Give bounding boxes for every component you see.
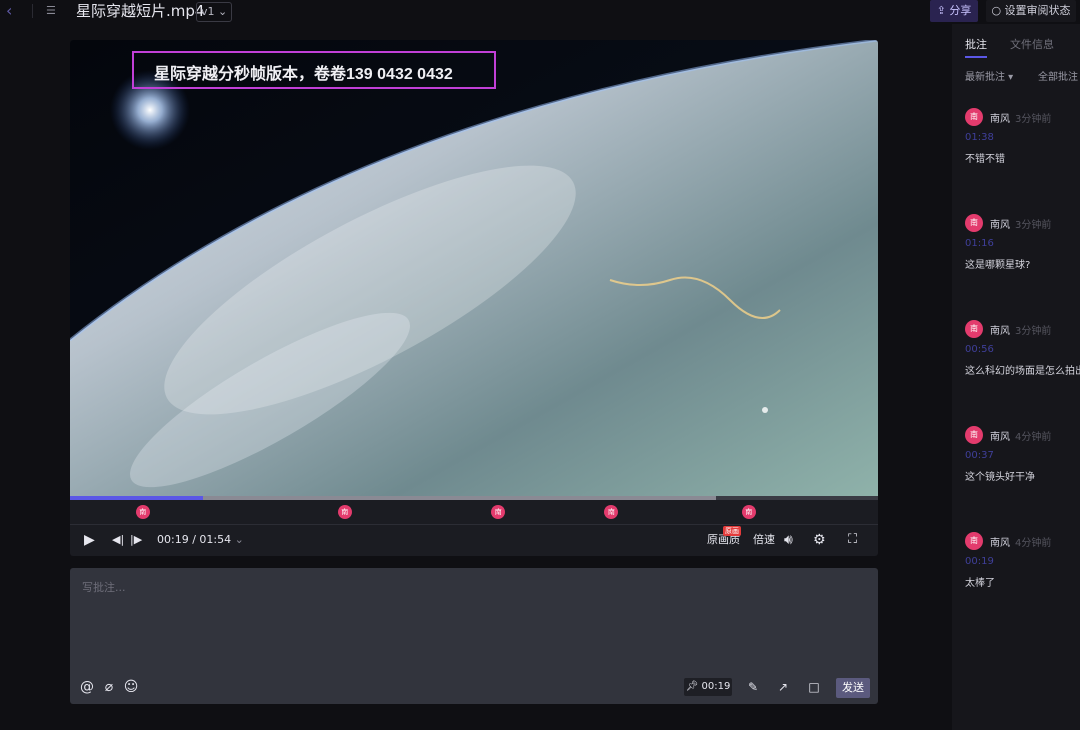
sort-latest-dropdown[interactable]: 最新批注 ▾ bbox=[965, 68, 1013, 83]
time-text: 00:19 / 01:54 bbox=[157, 533, 232, 546]
prev-frame-icon[interactable]: ◀| bbox=[112, 530, 124, 550]
comment-marker[interactable]: 南 bbox=[135, 505, 150, 519]
list-icon[interactable]: ☰ bbox=[46, 4, 60, 18]
comment-time: 4分钟前 bbox=[1015, 432, 1052, 443]
chevron-down-icon: ⌄ bbox=[231, 533, 244, 546]
comment-timestamp-link[interactable]: 01:38 bbox=[965, 132, 994, 143]
video-watermark: 星际穿越分秒帧版本，卷卷139 0432 0432 bbox=[154, 66, 453, 83]
comment-timestamp-link[interactable]: 00:19 bbox=[965, 556, 994, 567]
video-player: 星际穿越分秒帧版本，卷卷139 0432 0432 南南南南南 ▶ ◀| |▶ … bbox=[70, 40, 878, 556]
comment-marker[interactable]: 南 bbox=[741, 505, 756, 519]
emoji-icon[interactable]: ☺ bbox=[122, 678, 140, 696]
comment-editor: @ ⌀ ☺ 📌︎ 00:19 ✎ ↗ □ 发送 bbox=[70, 568, 878, 704]
comment-author: 南风 bbox=[990, 114, 1010, 125]
video-frame[interactable]: 星际穿越分秒帧版本，卷卷139 0432 0432 bbox=[70, 40, 878, 496]
volume-icon[interactable]: 🔊︎ bbox=[784, 530, 793, 550]
tab-file-info[interactable]: 文件信息 bbox=[1010, 36, 1054, 52]
caret-down-icon: ▾ bbox=[1005, 72, 1014, 83]
comment-text: 太棒了 bbox=[965, 578, 995, 589]
comment-timestamp-link[interactable]: 00:56 bbox=[965, 344, 994, 355]
comment-author: 南风 bbox=[990, 220, 1010, 231]
chevron-down-icon: ⌄ bbox=[214, 5, 228, 18]
comment-marker-track: 南南南南南 bbox=[70, 501, 878, 525]
comment-author: 南风 bbox=[990, 432, 1010, 443]
arrow-icon[interactable]: ↗ bbox=[774, 678, 792, 696]
comments-sidebar: 批注 文件信息 最新批注 ▾ 全部批注 南南风 3分钟前 01:38 不错不错南南风 3… bbox=[952, 24, 1080, 730]
comment-time: 3分钟前 bbox=[1015, 220, 1052, 231]
speed-button[interactable]: 倍速 bbox=[753, 530, 775, 550]
comment-marker[interactable]: 南 bbox=[491, 505, 506, 519]
comment-item[interactable]: 南南风 3分钟前 01:38 不错不错 bbox=[952, 108, 1080, 208]
timestamp-chip[interactable]: 📌︎ 00:19 bbox=[684, 678, 732, 696]
time-display[interactable]: 00:19 / 01:54 ⌄ bbox=[157, 530, 244, 550]
avatar: 南 bbox=[965, 532, 983, 550]
review-status-button[interactable]: ○ 设置审阅状态 bbox=[986, 0, 1076, 22]
tab-comments[interactable]: 批注 bbox=[965, 36, 987, 52]
avatar: 南 bbox=[965, 426, 983, 444]
timestamp-text: 00:19 bbox=[701, 681, 731, 692]
share-button[interactable]: ⇪ 分享 bbox=[930, 0, 978, 22]
comment-text: 这个镜头好干净 bbox=[965, 472, 1035, 483]
review-status-label: 设置审阅状态 bbox=[1004, 4, 1071, 17]
sidebar-tabs: 批注 文件信息 bbox=[952, 32, 1080, 58]
comment-timestamp-link[interactable]: 01:16 bbox=[965, 238, 994, 249]
status-circle-icon: ○ bbox=[991, 4, 1005, 17]
comment-time: 3分钟前 bbox=[1015, 326, 1052, 337]
file-title: 星际穿越短片.mp4 bbox=[76, 2, 205, 20]
filter-all-dropdown[interactable]: 全部批注 bbox=[1038, 68, 1078, 83]
comment-input[interactable] bbox=[80, 576, 864, 598]
comment-timestamp-link[interactable]: 00:37 bbox=[965, 450, 994, 461]
avatar: 南 bbox=[965, 214, 983, 232]
divider bbox=[70, 524, 878, 525]
rectangle-icon[interactable]: □ bbox=[805, 678, 823, 696]
comment-item[interactable]: 南南风 3分钟前 01:16 这是哪颗星球? bbox=[952, 214, 1080, 314]
fullscreen-icon[interactable]: ⛶ bbox=[848, 530, 857, 550]
version-select[interactable]: v1 ⌄ bbox=[196, 2, 233, 22]
share-label: 分享 bbox=[949, 4, 972, 17]
comment-author: 南风 bbox=[990, 326, 1010, 337]
progress-played bbox=[70, 496, 204, 500]
comment-marker[interactable]: 南 bbox=[604, 505, 619, 519]
comment-text: 这么科幻的场面是怎么拍出 bbox=[965, 366, 1080, 377]
next-frame-icon[interactable]: |▶ bbox=[130, 530, 142, 550]
share-icon: ⇪ bbox=[936, 4, 950, 17]
comment-author: 南风 bbox=[990, 538, 1010, 549]
pin-icon: 📌︎ bbox=[685, 681, 699, 692]
comment-text: 不错不错 bbox=[965, 154, 1005, 165]
comment-item[interactable]: 南南风 3分钟前 00:56 这么科幻的场面是怎么拍出 bbox=[952, 320, 1080, 420]
back-chevron-icon[interactable]: ‹ bbox=[6, 2, 22, 20]
active-tab-indicator bbox=[965, 56, 987, 58]
quality-badge: 原画 bbox=[723, 526, 741, 536]
pen-icon[interactable]: ✎ bbox=[744, 678, 762, 696]
divider bbox=[32, 4, 33, 18]
avatar: 南 bbox=[965, 108, 983, 126]
comment-time: 4分钟前 bbox=[1015, 538, 1052, 549]
attachment-icon[interactable]: ⌀ bbox=[100, 678, 118, 696]
comment-marker[interactable]: 南 bbox=[337, 505, 352, 519]
settings-gear-icon[interactable]: ⚙ bbox=[813, 530, 826, 550]
send-button[interactable]: 发送 bbox=[836, 678, 870, 698]
comment-text: 这是哪颗星球? bbox=[965, 260, 1031, 271]
comment-item[interactable]: 南南风 4分钟前 00:19 太棒了 bbox=[952, 532, 1080, 632]
comment-item[interactable]: 南南风 4分钟前 00:37 这个镜头好干净 bbox=[952, 426, 1080, 526]
comment-time: 3分钟前 bbox=[1015, 114, 1052, 125]
mention-icon[interactable]: @ bbox=[78, 678, 96, 696]
sort-label: 最新批注 bbox=[965, 72, 1005, 83]
avatar: 南 bbox=[965, 320, 983, 338]
play-icon[interactable]: ▶ bbox=[84, 530, 95, 550]
video-image bbox=[70, 40, 878, 496]
version-label: v1 bbox=[201, 5, 215, 18]
